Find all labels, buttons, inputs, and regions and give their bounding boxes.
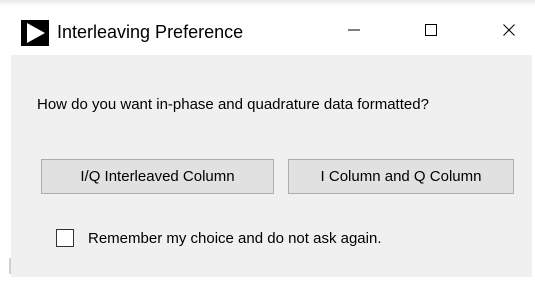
window-title: Interleaving Preference: [57, 22, 244, 42]
remember-choice-checkbox[interactable]: [56, 229, 74, 247]
remember-choice-option[interactable]: Remember my choice and do not ask again.: [56, 229, 382, 247]
maximize-button[interactable]: [408, 9, 454, 55]
close-button[interactable]: [486, 9, 532, 55]
close-icon: [502, 23, 516, 42]
background-window-edge: [0, 0, 535, 6]
format-question-text: How do you want in-phase and quadrature …: [37, 96, 429, 113]
remember-choice-label[interactable]: Remember my choice and do not ask again.: [88, 230, 382, 247]
minimize-icon: [347, 23, 361, 42]
iq-interleaved-column-button[interactable]: I/Q Interleaved Column: [41, 159, 274, 194]
minimize-button[interactable]: [331, 9, 377, 55]
i-and-q-column-button[interactable]: I Column and Q Column: [288, 159, 514, 194]
screenshot-stage: Interleaving Preference How do you want …: [0, 0, 535, 281]
interleaving-preference-dialog: Interleaving Preference How do you want …: [11, 9, 532, 277]
maximize-icon: [424, 23, 438, 42]
title-bar[interactable]: Interleaving Preference: [11, 9, 532, 55]
play-triangle-icon: [21, 20, 49, 46]
